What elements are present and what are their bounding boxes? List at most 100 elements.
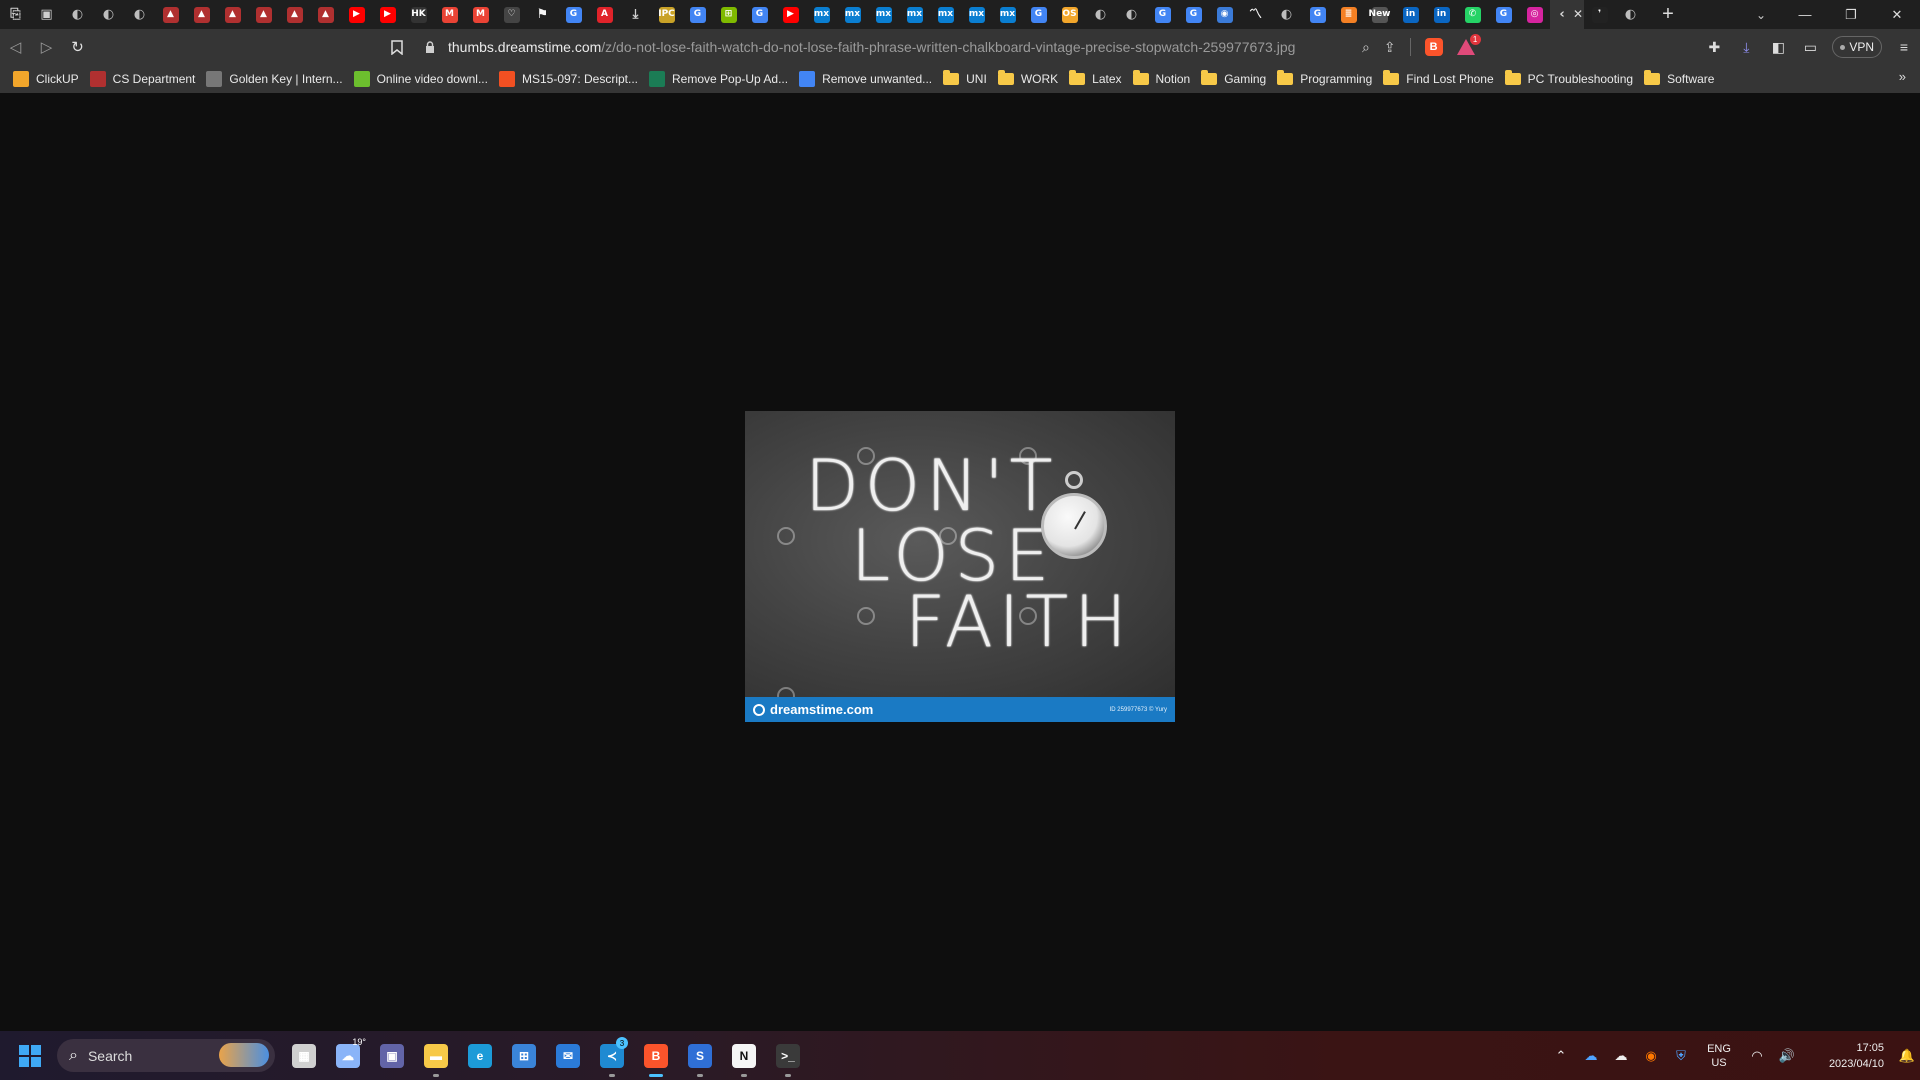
tab[interactable]: ⚑ bbox=[527, 0, 558, 29]
displayed-image[interactable]: DON'T LOSE FAITH dreamstime.com ID 25997… bbox=[745, 411, 1175, 722]
taskbar-app[interactable]: >_ bbox=[766, 1031, 810, 1080]
show-hidden-icons-button[interactable]: ⌃ bbox=[1546, 1031, 1576, 1080]
tab[interactable]: ▲ bbox=[155, 0, 186, 29]
tab[interactable]: New bbox=[1364, 0, 1395, 29]
brave-rewards-icon[interactable]: 1 bbox=[1456, 34, 1481, 56]
tab[interactable]: 〽 bbox=[1240, 0, 1271, 29]
bookmark-link[interactable]: ClickUP bbox=[10, 67, 87, 91]
tab[interactable]: ❜ bbox=[1584, 0, 1615, 29]
tab[interactable]: G bbox=[1147, 0, 1178, 29]
tab[interactable]: G bbox=[558, 0, 589, 29]
security-shield-icon[interactable]: ⛨ bbox=[1666, 1031, 1696, 1080]
tab[interactable]: ⤓ bbox=[620, 0, 651, 29]
brave-shields-icon[interactable]: B bbox=[1424, 38, 1443, 56]
tab[interactable]: G bbox=[1023, 0, 1054, 29]
bookmark-link[interactable]: CS Department bbox=[87, 67, 204, 91]
tab[interactable]: mx bbox=[837, 0, 868, 29]
tab[interactable]: ✆ bbox=[1457, 0, 1488, 29]
tab[interactable]: G bbox=[744, 0, 775, 29]
tab[interactable]: ◎ bbox=[1519, 0, 1550, 29]
start-button[interactable] bbox=[19, 1045, 41, 1067]
extensions-icon[interactable]: ✚ bbox=[1698, 29, 1730, 65]
tab[interactable]: mx bbox=[992, 0, 1023, 29]
bookmark-link[interactable]: Online video downl... bbox=[351, 67, 496, 91]
tab[interactable]: mx bbox=[930, 0, 961, 29]
cloud-icon[interactable]: ☁ bbox=[1606, 1031, 1636, 1080]
tab[interactable]: A bbox=[589, 0, 620, 29]
bookmark-link[interactable]: Golden Key | Intern... bbox=[203, 67, 350, 91]
taskbar-app[interactable]: ≺ 3 bbox=[590, 1031, 634, 1080]
tab[interactable]: ▶ bbox=[372, 0, 403, 29]
tab[interactable]: ◐ bbox=[1085, 0, 1116, 29]
tab[interactable]: ▶ bbox=[341, 0, 372, 29]
bookmark-folder[interactable]: Gaming bbox=[1198, 67, 1274, 91]
vpn-button[interactable]: VPN bbox=[1832, 36, 1882, 58]
new-tab-button[interactable]: + bbox=[1646, 0, 1690, 29]
back-button[interactable]: ◁ bbox=[0, 29, 31, 65]
taskbar-app[interactable]: e bbox=[458, 1031, 502, 1080]
onedrive-icon[interactable]: ☁ bbox=[1576, 1031, 1606, 1080]
tab[interactable]: G bbox=[1488, 0, 1519, 29]
tab[interactable]: ▣ bbox=[31, 0, 62, 29]
url-text[interactable]: thumbs.dreamstime.com/z/do-not-lose-fait… bbox=[448, 39, 1295, 55]
forward-button[interactable]: ▷ bbox=[31, 29, 62, 65]
bookmark-link[interactable]: Remove Pop-Up Ad... bbox=[646, 67, 796, 91]
close-window-button[interactable]: ✕ bbox=[1874, 0, 1920, 29]
tab[interactable]: G bbox=[1178, 0, 1209, 29]
taskbar-app[interactable]: S bbox=[678, 1031, 722, 1080]
taskbar-search[interactable]: ⌕ Search bbox=[57, 1039, 275, 1072]
tab[interactable]: ⊞ bbox=[713, 0, 744, 29]
bookmark-link[interactable]: MS15-097: Descript... bbox=[496, 67, 646, 91]
taskbar-app[interactable]: N bbox=[722, 1031, 766, 1080]
restore-button[interactable]: ❐ bbox=[1828, 0, 1874, 29]
bookmark-link[interactable]: Remove unwanted... bbox=[796, 67, 940, 91]
tab[interactable]: in bbox=[1395, 0, 1426, 29]
bookmarks-overflow-button[interactable]: » bbox=[1899, 69, 1906, 84]
tab[interactable]: ▲ bbox=[248, 0, 279, 29]
bookmark-folder[interactable]: PC Troubleshooting bbox=[1502, 67, 1641, 91]
tab[interactable]: ▲ bbox=[279, 0, 310, 29]
taskbar-app[interactable]: ⊞ bbox=[502, 1031, 546, 1080]
share-icon[interactable]: ⇪ bbox=[1384, 39, 1396, 56]
tab[interactable]: M bbox=[465, 0, 496, 29]
taskbar-app[interactable]: ▬ bbox=[414, 1031, 458, 1080]
tab[interactable]: ◐ bbox=[1116, 0, 1147, 29]
bookmark-folder[interactable]: Programming bbox=[1274, 67, 1380, 91]
tab[interactable]: mx bbox=[806, 0, 837, 29]
tab[interactable]: HK bbox=[403, 0, 434, 29]
tab[interactable]: mx bbox=[899, 0, 930, 29]
tab[interactable]: G bbox=[1302, 0, 1333, 29]
bookmark-folder[interactable]: Software bbox=[1641, 67, 1722, 91]
language-indicator[interactable]: ENG US bbox=[1696, 1042, 1742, 1070]
taskbar-app[interactable]: ✉ bbox=[546, 1031, 590, 1080]
tab[interactable]: ◐ bbox=[1271, 0, 1302, 29]
tab[interactable]: in bbox=[1426, 0, 1457, 29]
bookmark-folder[interactable]: Latex bbox=[1066, 67, 1129, 91]
tab[interactable]: ▶ bbox=[775, 0, 806, 29]
lock-icon[interactable] bbox=[420, 41, 440, 53]
taskbar-app[interactable]: ▦ bbox=[282, 1031, 326, 1080]
minimize-button[interactable]: — bbox=[1782, 0, 1828, 29]
address-bar[interactable]: thumbs.dreamstime.com/z/do-not-lose-fait… bbox=[420, 33, 1500, 61]
tab[interactable]: ◐ bbox=[93, 0, 124, 29]
taskbar-app[interactable]: ☁ 19° bbox=[326, 1031, 370, 1080]
menu-icon[interactable]: ≡ bbox=[1888, 29, 1920, 65]
tab[interactable]: ⎘ bbox=[0, 0, 31, 29]
close-tab-icon[interactable]: ✕ bbox=[1573, 7, 1583, 21]
bookmark-folder[interactable]: Find Lost Phone bbox=[1380, 67, 1501, 91]
sidebar-icon[interactable]: ◧ bbox=[1762, 29, 1794, 65]
bookmark-this-page-button[interactable] bbox=[385, 29, 409, 65]
tab[interactable]: ◐ bbox=[62, 0, 93, 29]
reload-button[interactable]: ↻ bbox=[62, 29, 93, 65]
bookmark-folder[interactable]: UNI bbox=[940, 67, 995, 91]
tab[interactable]: ▲ bbox=[186, 0, 217, 29]
downloads-icon[interactable]: ⤓ bbox=[1730, 29, 1762, 65]
tab[interactable]: mx bbox=[868, 0, 899, 29]
bookmark-folder[interactable]: WORK bbox=[995, 67, 1066, 91]
volume-icon[interactable]: 🔊 bbox=[1772, 1031, 1802, 1080]
notification-icon[interactable]: 🔔 bbox=[1894, 1048, 1920, 1064]
tab[interactable]: G bbox=[682, 0, 713, 29]
taskbar-app[interactable]: ▣ bbox=[370, 1031, 414, 1080]
wallet-icon[interactable]: ▭ bbox=[1794, 29, 1826, 65]
tab[interactable]: ♡ bbox=[496, 0, 527, 29]
